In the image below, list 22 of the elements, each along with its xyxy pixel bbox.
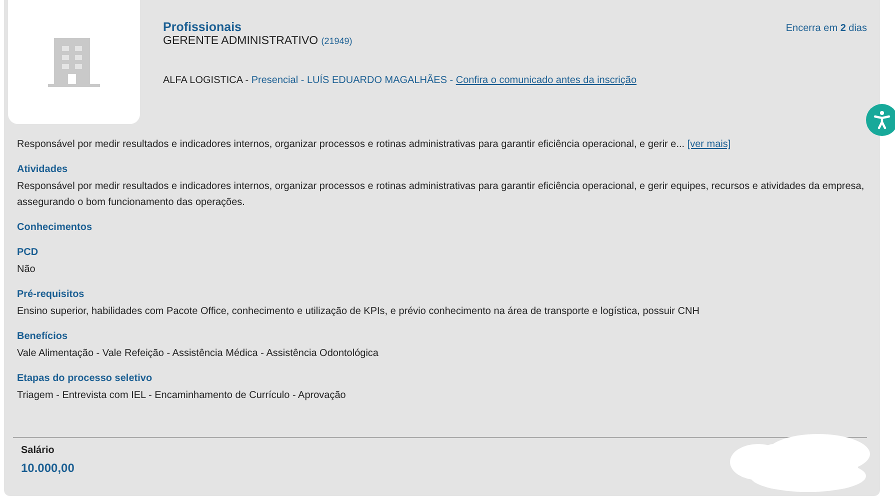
section-heading: Conhecimentos	[17, 221, 94, 235]
section-text: Ensino superior, habilidades com Pacote Office, conhecimento e utilização de KPIs, e prévio conhecimento na área de transporte e logística, possuir CNH	[17, 305, 700, 319]
see-more-link[interactable]: [ver mais]	[687, 139, 731, 150]
section-heading: Pré-requisitos	[17, 288, 86, 302]
section-heading: Atividades	[17, 163, 69, 177]
deadline-text: Encerra em 2 dias	[786, 23, 867, 34]
section-heading: Benefícios	[17, 330, 69, 344]
job-code: (21949)	[321, 36, 352, 46]
salary-label: Salário	[21, 444, 54, 458]
job-title: GERENTE ADMINISTRATIVO	[163, 35, 318, 47]
section-text: Não	[17, 263, 36, 277]
section-heading: PCD	[17, 246, 40, 260]
section-text: Vale Alimentação - Vale Refeição - Assistência Médica - Assistência Odontológica	[17, 347, 380, 361]
section-text: Responsável por medir resultados e indicadores internos, organizar processos e rotinas administrativas para garantir eficiência operacional, e gerir equipes, recursos e atividades da empresa, assegurando o bom funcionamento das operações.	[17, 180, 866, 210]
section-heading: Etapas do processo seletivo	[17, 372, 154, 386]
salary-value: 10.000,00	[21, 461, 74, 475]
notice-link[interactable]: Confira o comunicado antes da inscrição	[456, 75, 637, 86]
job-category: Profissionais	[163, 20, 242, 34]
section-text: Triagem - Entrevista com IEL - Encaminhamento de Currículo - Aprovação	[17, 389, 347, 403]
job-location-line: ALFA LOGISTICA - Presencial - LUÍS EDUARDO MAGALHÃES - Confira o comunicado antes da inscrição	[163, 75, 638, 86]
summary-text: Responsável por medir resultados e indicadores internos, organizar processos e rotinas administrativas para garantir eficiência operacional, e gerir e... [ver mais]	[17, 138, 732, 152]
accessibility-icon	[872, 110, 892, 130]
